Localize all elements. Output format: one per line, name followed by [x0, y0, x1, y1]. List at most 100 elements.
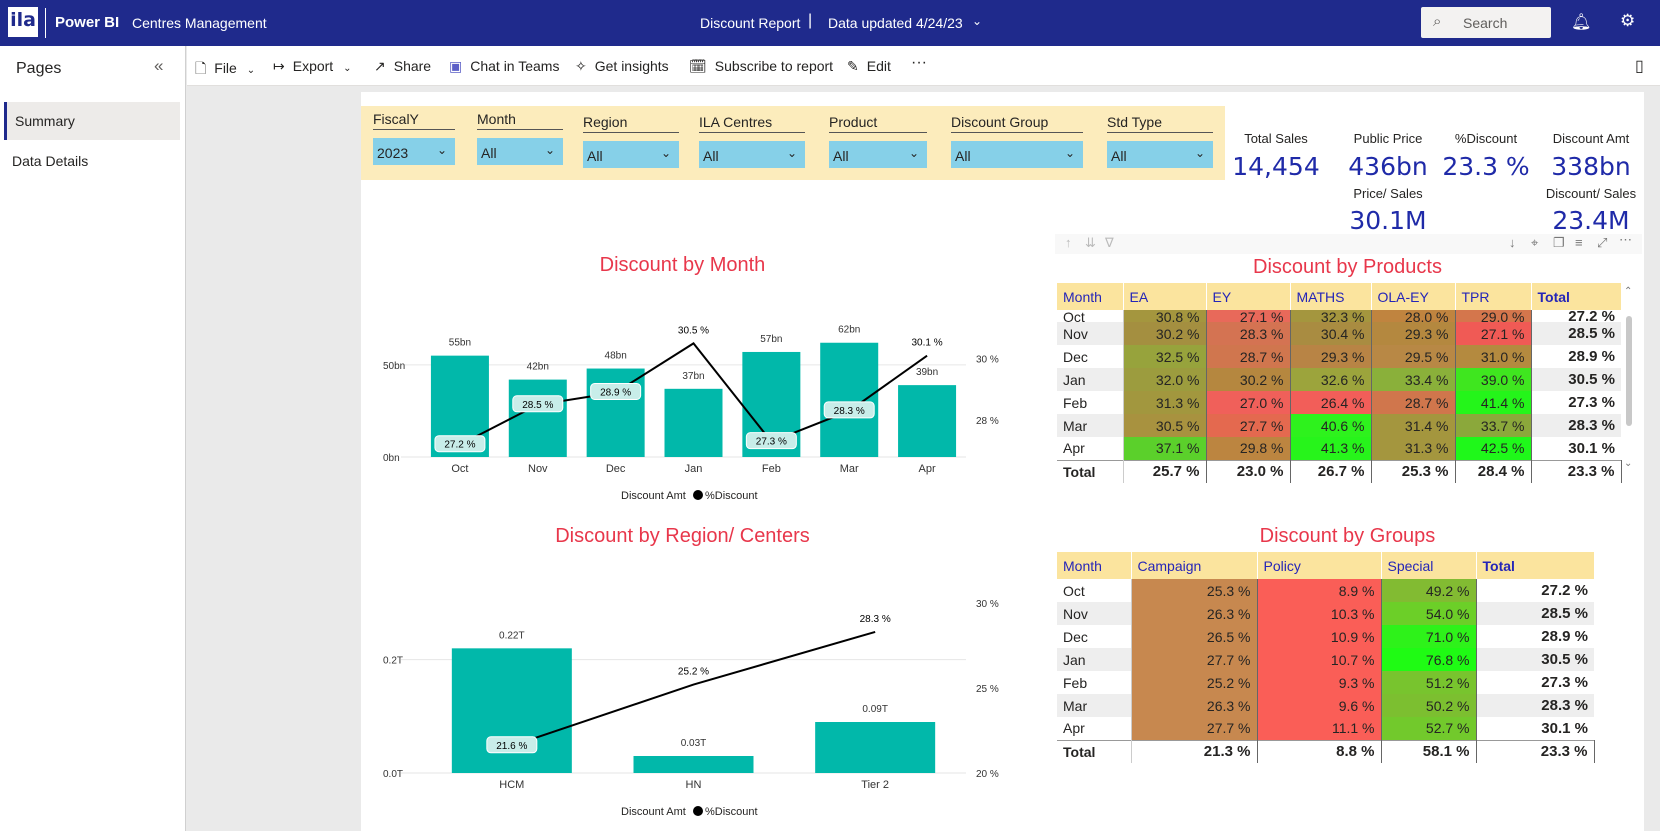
table-row[interactable]: Apr 27.7 % 11.1 % 52.7 % 30.1 %	[1057, 717, 1594, 740]
slicer-label: Month	[477, 111, 563, 130]
edit-button[interactable]: ✎ Edit	[847, 58, 891, 75]
column-header[interactable]: OLA-EY	[1371, 283, 1456, 310]
share-button[interactable]: ↗ Share	[374, 58, 431, 75]
column-header[interactable]: EY	[1206, 283, 1291, 310]
slicer-dropdown[interactable]: All ⌄	[699, 141, 805, 168]
column-header[interactable]: EA	[1123, 283, 1207, 310]
more-options-button[interactable]: ···	[911, 54, 927, 72]
table-cell: 30.1 %	[1531, 437, 1621, 460]
slicer-dropdown[interactable]: All ⌄	[1107, 141, 1213, 168]
slicer-dropdown[interactable]: 2023 ⌄	[373, 138, 455, 165]
table-row[interactable]: Jan 27.7 % 10.7 % 76.8 % 30.5 %	[1057, 648, 1594, 671]
more-options-icon[interactable]: ⋯	[1619, 232, 1632, 248]
column-header[interactable]: Special	[1381, 552, 1477, 579]
table-row[interactable]: Dec 32.5 % 28.7 % 29.3 % 29.5 % 31.0 % 28.9 %	[1057, 345, 1621, 368]
table-cell: 28.3 %	[1531, 414, 1621, 437]
column-header[interactable]: Total	[1476, 552, 1595, 579]
table-cell: 25.2 %	[1131, 671, 1258, 694]
collapse-pane-icon[interactable]: «	[154, 56, 163, 76]
table-cell: 26.5 %	[1131, 625, 1258, 648]
kpi-public-price-label: Public Price	[1353, 131, 1423, 146]
table-cell: 11.1 %	[1257, 717, 1382, 740]
table-cell: 30.1 %	[1476, 717, 1594, 740]
get-insights-button[interactable]: ✧ Get insights	[575, 58, 669, 75]
chat-in-teams-button[interactable]: ▣ Chat in Teams	[449, 58, 559, 75]
data-updated-label[interactable]: Data updated 4/24/23	[828, 15, 963, 31]
column-header[interactable]: Month	[1057, 283, 1124, 310]
focus-mode-icon[interactable]: ⤢	[1597, 235, 1607, 251]
slicer-dropdown[interactable]: All ⌄	[583, 141, 679, 168]
page-item-data-details[interactable]: Data Details	[4, 142, 180, 180]
table-row[interactable]: Oct 30.8 % 27.1 % 32.3 % 28.0 % 29.0 % 27.2 %	[1057, 310, 1621, 324]
table-row[interactable]: Apr 37.1 % 29.8 % 41.3 % 31.3 % 42.5 % 30.1 %	[1057, 437, 1621, 460]
column-header[interactable]: Campaign	[1131, 552, 1258, 579]
power-bi-brand[interactable]: Power BI	[55, 14, 119, 31]
settings-gear-icon[interactable]: ⚙	[1620, 11, 1635, 31]
x-axis-tick-label: Oct	[451, 463, 468, 475]
table-cell: 28.3 %	[1476, 694, 1594, 717]
discount-by-month-chart[interactable]: 0bn 50bn 28 % 30 % 55bn Oct 42bn Nov 48bn Dec 37bn…	[361, 280, 1011, 505]
edit-label: Edit	[866, 58, 891, 74]
search-box[interactable]: ⌕ Search	[1421, 7, 1551, 38]
top-bar: ila Power BI Centres Management Discount…	[0, 0, 1660, 46]
subscribe-label: Subscribe to report	[714, 58, 834, 74]
notifications-bell-icon[interactable]: 🔔︎	[1571, 12, 1591, 32]
table-row[interactable]: Dec 26.5 % 10.9 % 71.0 % 28.9 %	[1057, 625, 1594, 648]
chevron-down-icon: ⌄	[908, 146, 919, 160]
drill-on-icon[interactable]: ↓	[1509, 235, 1516, 250]
table-row[interactable]: Oct 25.3 % 8.9 % 49.2 % 27.2 %	[1057, 579, 1594, 602]
export-menu[interactable]: ↦ Export ⌄	[273, 58, 351, 75]
table-row[interactable]: Mar 26.3 % 9.6 % 50.2 % 28.3 %	[1057, 694, 1594, 717]
kpi-total-sales-value: 14,454	[1232, 152, 1320, 181]
table-row[interactable]: Mar 30.5 % 27.7 % 40.6 % 31.4 % 33.7 % 28.3 %	[1057, 414, 1621, 437]
bar-data-label: 48bn	[605, 351, 627, 362]
slicer-dropdown[interactable]: All ⌄	[951, 141, 1083, 168]
total-row[interactable]: Total 25.7 % 23.0 % 26.7 % 25.3 % 28.4 % 23.3 …	[1057, 459, 1622, 483]
slicer-std-type[interactable]: Std Type All ⌄	[1107, 114, 1213, 168]
slicer-ila-centres[interactable]: ILA Centres All ⌄	[699, 114, 805, 168]
subscribe-button[interactable]: 🗓︎ Subscribe to report	[689, 58, 833, 75]
file-menu[interactable]: 🗋︎ File ⌄	[195, 58, 255, 82]
products-matrix[interactable]: Month EA EY MATHS OLA-EY TPR Total Oct 30.8 % 27…	[1057, 283, 1622, 483]
slicer-month[interactable]: Month All ⌄	[477, 111, 563, 165]
slicer-discount-group[interactable]: Discount Group All ⌄	[951, 114, 1083, 168]
chevron-up-icon[interactable]: ⌃	[1624, 286, 1632, 297]
page-item-summary[interactable]: Summary	[4, 102, 180, 140]
expand-level-icon[interactable]: ∇	[1105, 235, 1114, 251]
search-placeholder[interactable]: Search	[1463, 15, 1507, 31]
table-row[interactable]: Feb 25.2 % 9.3 % 51.2 % 27.3 %	[1057, 671, 1594, 694]
chevron-down-icon[interactable]: ⌄	[972, 14, 982, 28]
slicer-region[interactable]: Region All ⌄	[583, 114, 679, 168]
table-row[interactable]: Feb 31.3 % 27.0 % 26.4 % 28.7 % 41.4 % 27.3 %	[1057, 391, 1621, 414]
column-header[interactable]: Policy	[1257, 552, 1382, 579]
drill-up-icon[interactable]: ↑	[1065, 235, 1072, 250]
table-cell: 30.2 %	[1123, 322, 1207, 345]
slicer-dropdown[interactable]: All ⌄	[829, 141, 927, 168]
filter-icon[interactable]: ≡	[1575, 235, 1583, 250]
slicer-product[interactable]: Product All ⌄	[829, 114, 927, 168]
slicer-dropdown[interactable]: All ⌄	[477, 138, 563, 165]
share-icon: ↗	[374, 58, 386, 74]
column-header[interactable]: Total	[1531, 283, 1622, 310]
total-row[interactable]: Total 21.3 % 8.8 % 58.1 % 23.3 %	[1057, 739, 1595, 763]
groups-matrix[interactable]: Month Campaign Policy Special Total Oct 25.3 …	[1057, 552, 1595, 763]
table-cell: 27.1 %	[1206, 310, 1291, 322]
column-header[interactable]: MATHS	[1290, 283, 1372, 310]
copy-icon[interactable]: ❐	[1553, 235, 1565, 251]
bookmark-icon[interactable]: ▯	[1635, 56, 1644, 76]
chevron-down-icon[interactable]: ⌄	[1624, 458, 1632, 469]
matrix-scrollbar[interactable]: ⌃ ⌄	[1624, 286, 1634, 476]
drill-down-icon[interactable]: ⇊	[1085, 235, 1096, 251]
column-header[interactable]: TPR	[1455, 283, 1532, 310]
column-header[interactable]: Month	[1057, 552, 1132, 579]
table-row[interactable]: Jan 32.0 % 30.2 % 32.6 % 33.4 % 39.0 % 30.5 %	[1057, 368, 1621, 391]
kpi-discount-amt-value: 338bn	[1551, 152, 1631, 181]
pin-icon[interactable]: ⌖	[1531, 235, 1538, 251]
discount-by-region-chart[interactable]: 0.0T 0.2T 20 % 25 % 30 % 0.22T HCM 0.03T HN 0.09T…	[361, 555, 1011, 825]
table-row[interactable]: Nov 26.3 % 10.3 % 54.0 % 28.5 %	[1057, 602, 1594, 625]
workspace-name[interactable]: Centres Management	[132, 15, 267, 31]
ila-logo[interactable]: ila	[8, 7, 38, 37]
scrollbar-thumb[interactable]	[1626, 316, 1632, 426]
table-row[interactable]: Nov 30.2 % 28.3 % 30.4 % 29.3 % 27.1 % 28.5 %	[1057, 322, 1621, 345]
slicer-fiscaly[interactable]: FiscalY 2023 ⌄	[373, 111, 455, 165]
